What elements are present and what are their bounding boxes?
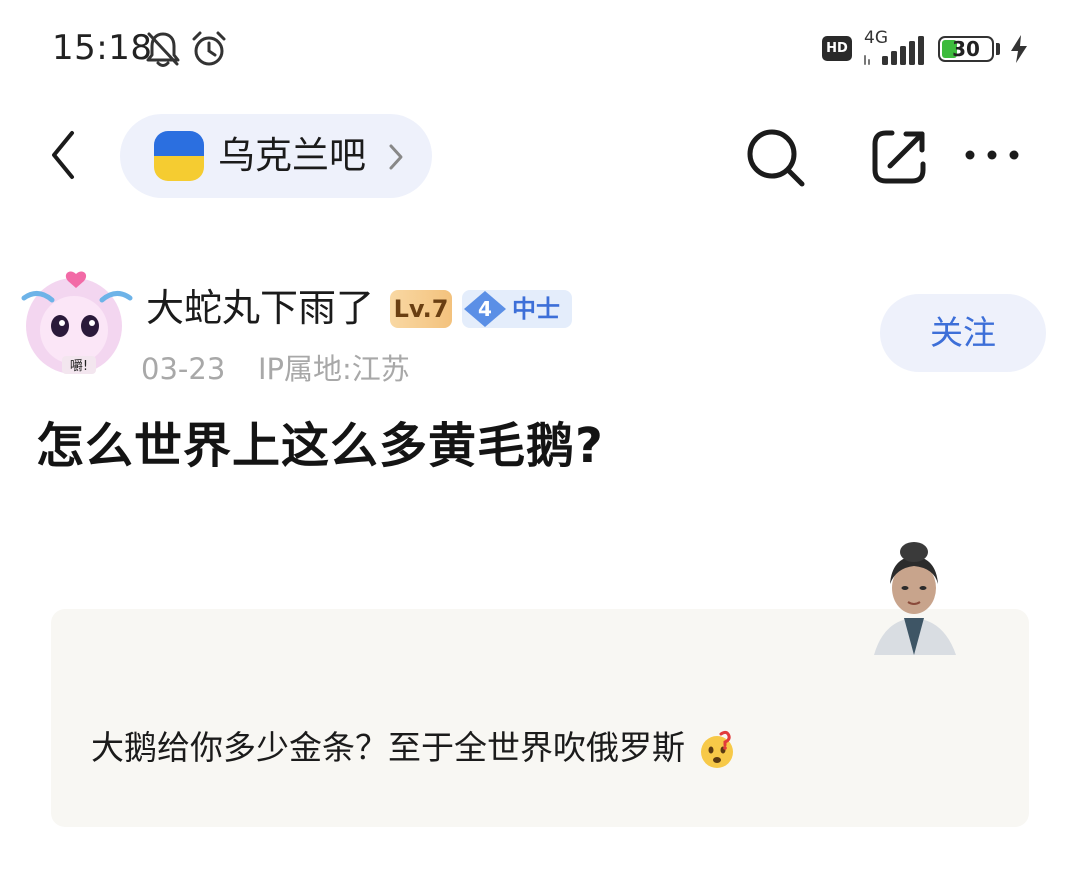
back-button[interactable] (40, 125, 90, 185)
battery-cap (996, 43, 1000, 55)
flag-icon (154, 131, 204, 181)
search-icon[interactable] (744, 126, 808, 190)
follow-button[interactable]: 关注 (880, 294, 1046, 372)
rank-level: 4 (478, 297, 492, 321)
back-icon (52, 131, 74, 179)
status-bar: 15:18 HD 4G 30 (0, 0, 1080, 100)
chevron-right-icon (389, 144, 403, 170)
forum-name: 乌克兰吧 (218, 134, 366, 177)
author-name[interactable]: 大蛇丸下雨了 (146, 284, 374, 332)
quote-text: 大鹅给你多少金条？至于全世界吹俄罗斯 (91, 725, 737, 771)
post-date: 03-23 (141, 352, 226, 386)
avatar[interactable]: 嚼! (18, 268, 136, 378)
battery-percent: 30 (952, 37, 980, 61)
post-title: 怎么世界上这么多黄毛鹅? (36, 418, 604, 474)
decorative-figure-icon (874, 542, 956, 655)
alarm-icon (192, 31, 226, 66)
more-icon[interactable] (962, 140, 1022, 170)
status-time: 15:18 (52, 28, 153, 68)
forum-chip[interactable]: 乌克兰吧 (120, 114, 432, 198)
thinking-emoji-icon (701, 730, 733, 768)
signal-icon (864, 36, 924, 65)
svg-text:嚼!: 嚼! (70, 359, 88, 374)
bolt-icon (1011, 35, 1027, 63)
share-icon[interactable] (870, 128, 928, 186)
ip-location: IP属地:江苏 (258, 352, 410, 386)
level-badge: Lv.7 (390, 290, 452, 328)
rank-badge: 4 中士 (462, 290, 572, 328)
quote-body: 大鹅给你多少金条？至于全世界吹俄罗斯 (91, 728, 685, 767)
rank-name: 中士 (512, 295, 560, 323)
bell-off-icon (146, 32, 180, 67)
hd-badge: HD (822, 36, 852, 61)
